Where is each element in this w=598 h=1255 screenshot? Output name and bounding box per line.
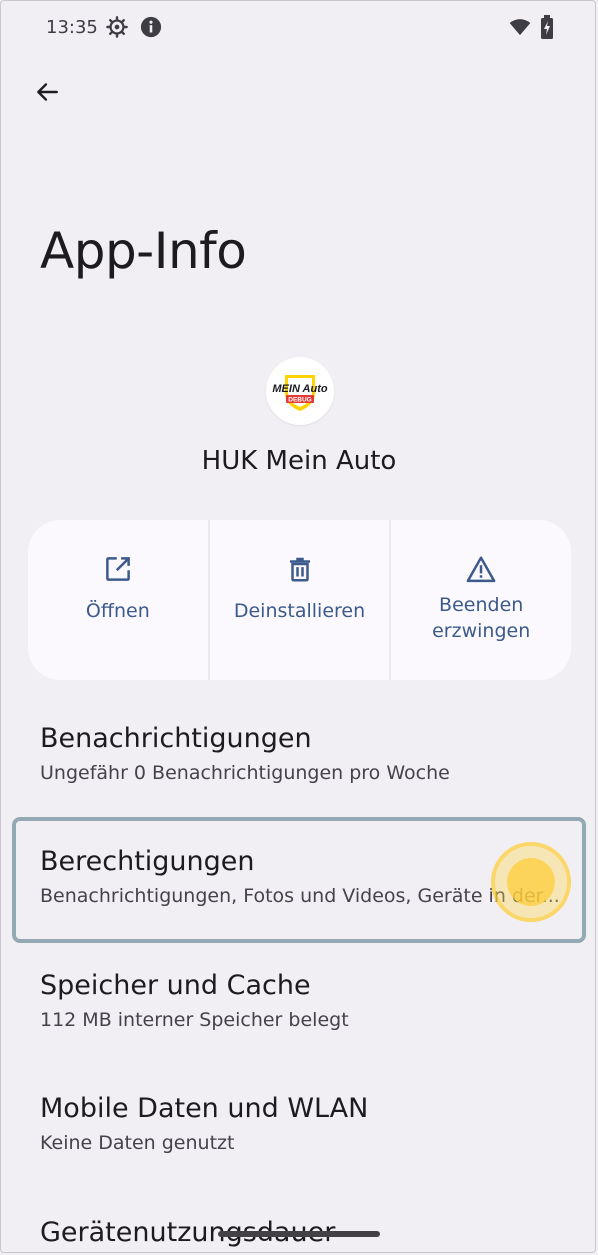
open-label: Öffnen (85, 600, 150, 622)
force-stop-label-line1: Beenden (439, 594, 524, 616)
app-icon: MEIN Auto DEBUG (266, 357, 334, 425)
settings-item-subtitle: Ungefähr 0 Benachrichtigungen pro Woche (40, 762, 450, 784)
wifi-icon (509, 19, 531, 36)
app-logo-badge: DEBUG (288, 397, 311, 404)
gesture-nav-handle[interactable] (218, 1231, 380, 1237)
force-stop-label-line2: erzwingen (432, 620, 531, 642)
settings-item-mobile-data[interactable]: Mobile Daten und WLAN Keine Daten genutz… (40, 1092, 580, 1154)
action-bar: Öffnen Deinstallieren Beenden erzwingen (28, 520, 571, 680)
app-name: HUK Mein Auto (201, 446, 397, 476)
info-icon (140, 16, 162, 38)
uninstall-button[interactable]: Deinstallieren (207, 520, 390, 680)
back-button[interactable] (28, 73, 66, 111)
force-stop-label: Beenden erzwingen (432, 592, 530, 644)
trash-icon (289, 557, 310, 582)
settings-gear-icon (106, 16, 128, 38)
settings-item-title: Speicher und Cache (40, 970, 311, 1001)
settings-item-title: Mobile Daten und WLAN (40, 1093, 369, 1124)
status-time: 13:35 (46, 17, 98, 38)
warning-icon (466, 556, 496, 583)
settings-item-subtitle: 112 MB interner Speicher belegt (40, 1009, 349, 1031)
app-logo-icon: MEIN Auto DEBUG (272, 375, 328, 411)
uninstall-label: Deinstallieren (233, 600, 366, 622)
settings-item-notifications[interactable]: Benachrichtigungen Ungefähr 0 Benachrich… (40, 722, 580, 784)
page-title: App-Info (40, 222, 247, 280)
app-logo-text: MEIN Auto (272, 383, 327, 395)
arrow-back-icon (37, 83, 58, 101)
settings-item-subtitle: Keine Daten genutzt (40, 1132, 235, 1154)
battery-icon (541, 15, 553, 39)
settings-item-title: Benachrichtigungen (40, 723, 312, 754)
touch-indicator-core (507, 858, 555, 906)
open-button[interactable]: Öffnen (28, 520, 208, 680)
open-external-icon (105, 557, 130, 581)
status-bar: 13:35 (0, 0, 598, 56)
settings-item-storage[interactable]: Speicher und Cache 112 MB interner Speic… (40, 969, 580, 1031)
force-stop-button[interactable]: Beenden erzwingen (389, 520, 571, 680)
